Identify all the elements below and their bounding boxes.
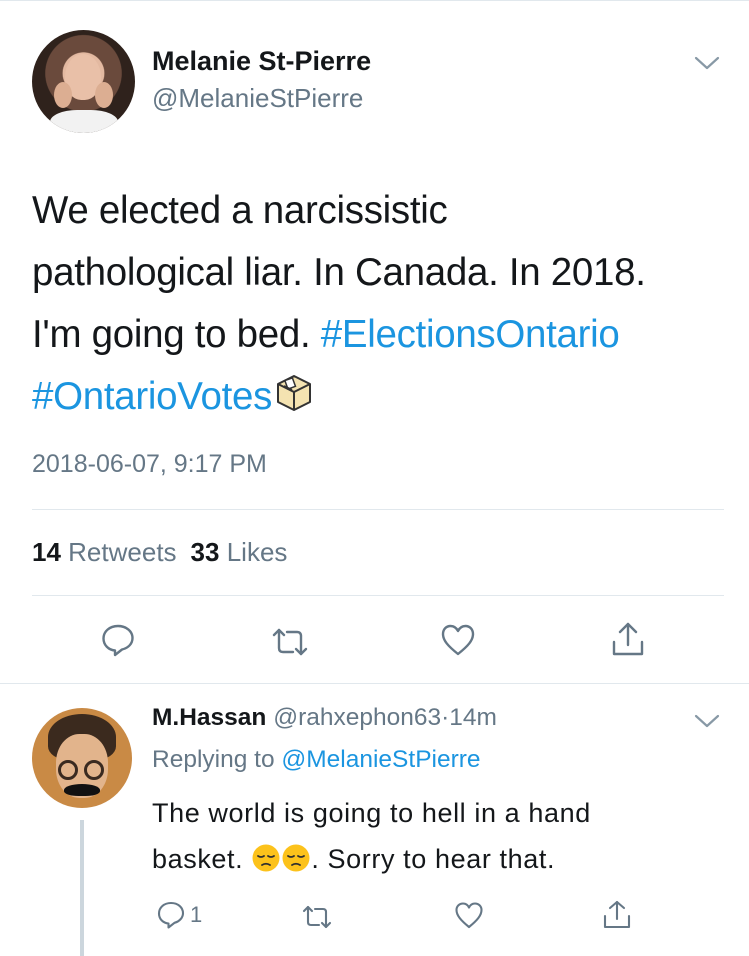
tweet-text: We elected a narcissistic pathological l… (32, 180, 722, 428)
likes-stat[interactable]: 33 Likes (191, 537, 288, 567)
tweet-text-line: #OntarioVotes (32, 366, 722, 428)
reply-text-part: basket. (152, 844, 252, 874)
like-icon[interactable] (454, 900, 484, 930)
likes-label: Likes (226, 537, 288, 567)
tweet-text-line: pathological liar. In Canada. In 2018. (32, 251, 646, 294)
author-name[interactable]: Melanie St-Pierre (152, 46, 371, 77)
chevron-down-icon[interactable] (693, 54, 721, 72)
pensive-face-icon (282, 844, 310, 872)
like-icon[interactable] (440, 622, 476, 658)
divider (0, 683, 749, 684)
author-handle[interactable]: @MelanieStPierre (152, 83, 363, 114)
replying-to: Replying to @MelanieStPierre (152, 746, 481, 774)
hashtag-link[interactable]: #OntarioVotes (32, 375, 272, 418)
reply-author-avatar[interactable] (32, 708, 132, 808)
likes-count: 33 (190, 537, 220, 567)
tweet-text-plain: I'm going to bed. (32, 313, 321, 356)
retweets-count: 14 (32, 537, 61, 567)
reply-icon[interactable] (100, 622, 136, 658)
replying-to-label: Replying to (152, 746, 282, 773)
reply-text-part: . Sorry to hear that. (311, 844, 556, 874)
retweet-icon[interactable] (302, 902, 332, 932)
author-avatar[interactable] (32, 30, 135, 133)
divider (32, 595, 724, 596)
retweets-stat[interactable]: 14 Retweets (32, 537, 177, 567)
reply-time[interactable]: 14m (449, 704, 497, 731)
tweet-text-line: We elected a narcissistic (32, 189, 448, 232)
thread-connector (80, 820, 84, 956)
divider (32, 509, 724, 510)
reply-author-handle[interactable]: @rahxephon63 (273, 704, 441, 731)
top-divider (0, 0, 749, 1)
retweet-icon[interactable] (272, 624, 308, 660)
hashtag-link[interactable]: #ElectionsOntario (321, 313, 620, 356)
ballot-box-icon (277, 375, 312, 411)
reply-header: M.Hassan @rahxephon63·14m (152, 704, 497, 732)
reply-text-line: basket. . Sorry to hear that. (152, 836, 742, 882)
share-icon[interactable] (602, 900, 632, 930)
reply-icon[interactable] (156, 900, 186, 930)
tweet-timestamp[interactable]: 2018-06-07, 9:17 PM (32, 450, 267, 479)
reply-text: The world is going to hell in a hand bas… (152, 790, 742, 882)
share-icon[interactable] (610, 622, 646, 658)
retweets-label: Retweets (68, 537, 177, 567)
reply-text-line: The world is going to hell in a hand (152, 798, 591, 828)
reply-count: 1 (190, 902, 203, 927)
reply-author-name[interactable]: M.Hassan (152, 704, 266, 731)
chevron-down-icon[interactable] (693, 712, 721, 730)
tweet-text-line: I'm going to bed. #ElectionsOntario (32, 304, 722, 366)
tweet-stats: 14 Retweets 33 Likes (32, 537, 287, 568)
pensive-face-icon (252, 844, 280, 872)
replying-to-handle[interactable]: @MelanieStPierre (281, 746, 480, 773)
